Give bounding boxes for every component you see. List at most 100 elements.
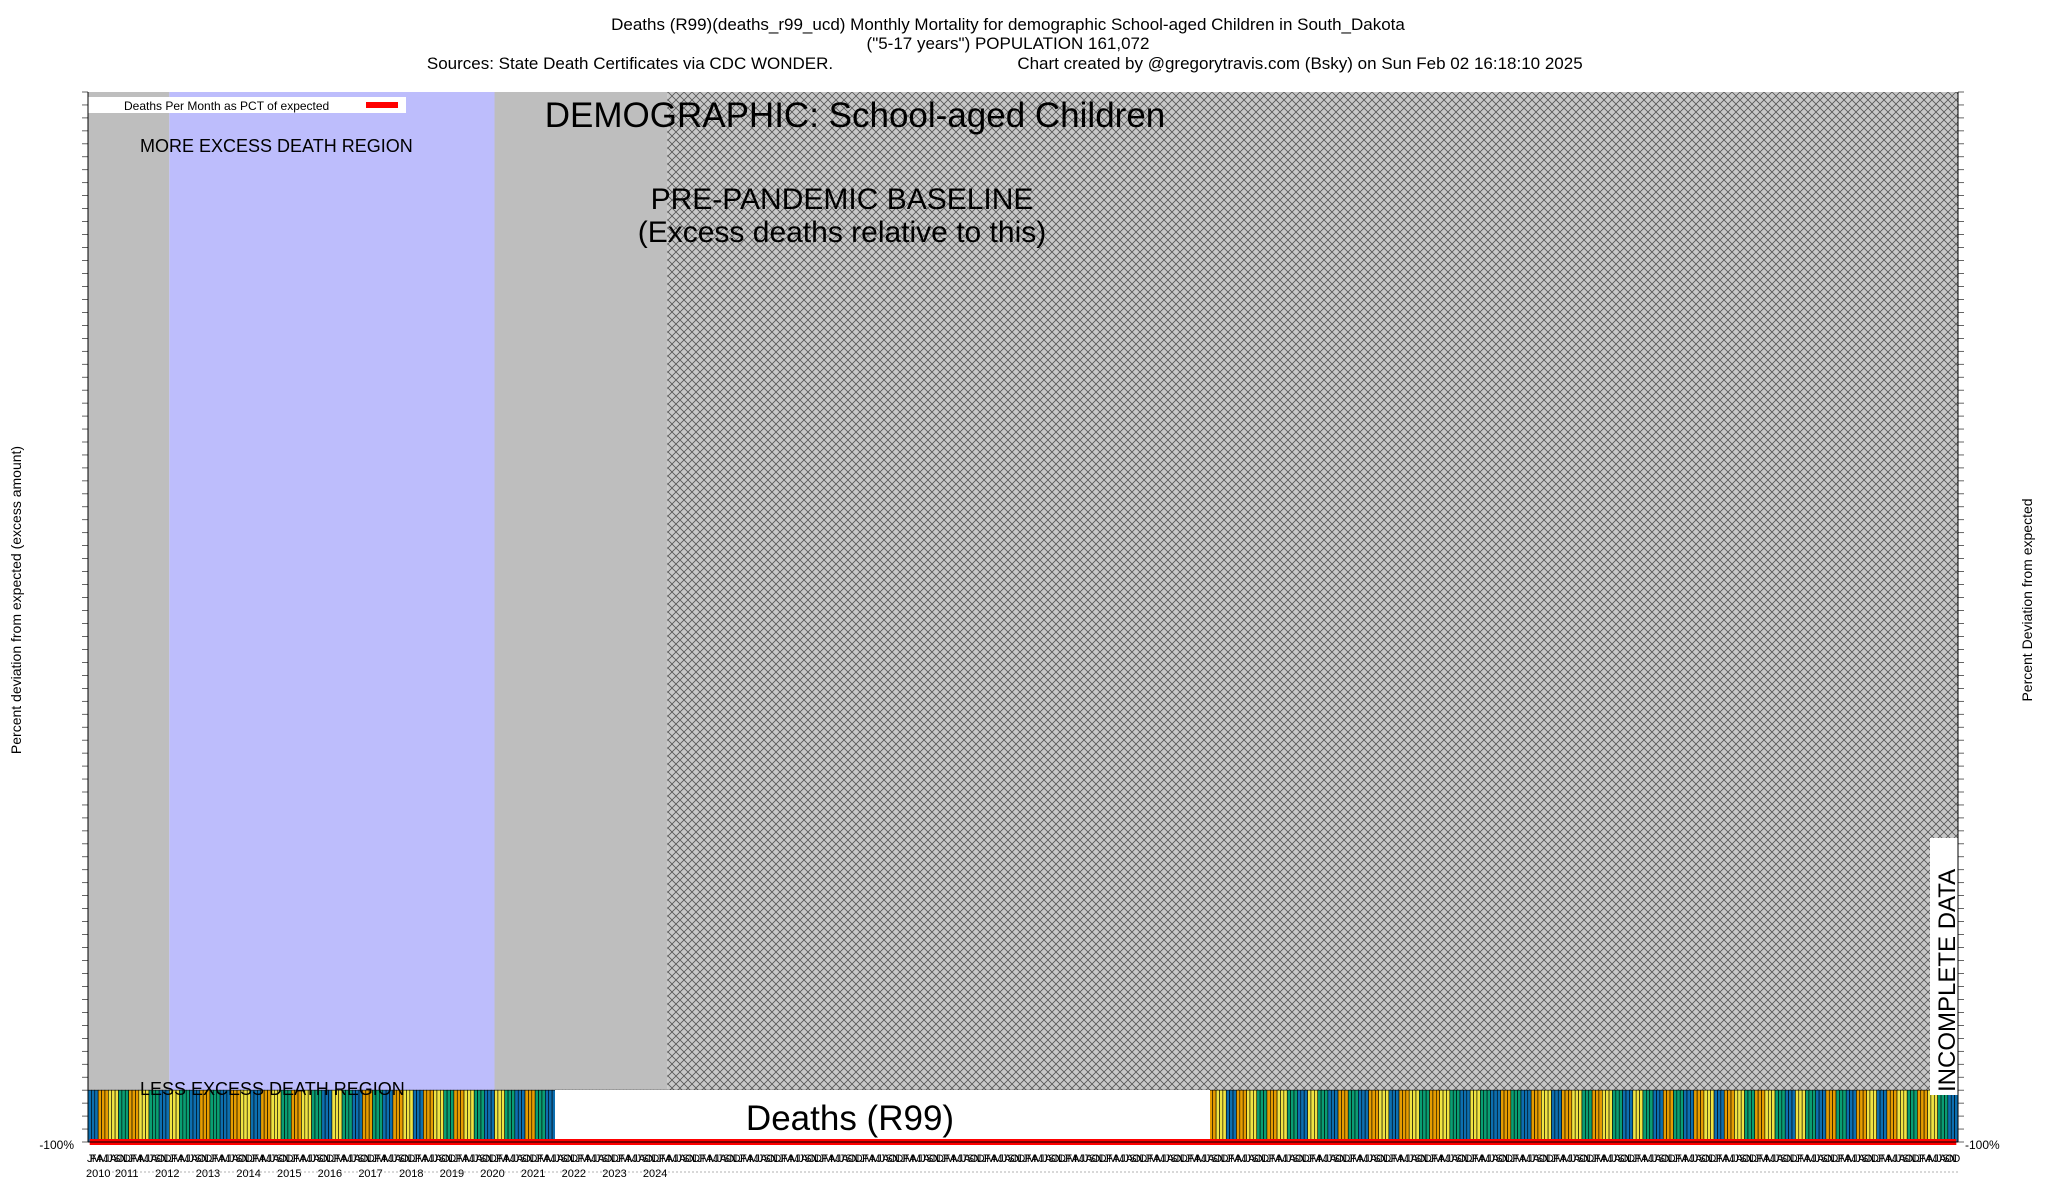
bar — [1554, 1089, 1559, 1143]
x-year-label: 2022 — [562, 1168, 586, 1180]
bar — [1737, 1089, 1742, 1143]
bar — [1391, 1089, 1396, 1143]
bar — [1866, 1089, 1871, 1143]
bar — [1551, 1089, 1556, 1143]
chart-source: Sources: State Death Certificates via CD… — [427, 54, 833, 73]
bar — [1415, 1089, 1420, 1143]
bar — [450, 1089, 455, 1143]
bar — [1375, 1089, 1380, 1143]
series-label: Deaths (R99) — [746, 1099, 954, 1138]
bar — [1693, 1089, 1698, 1143]
x-year-label: 2023 — [602, 1168, 626, 1180]
bar — [1541, 1089, 1546, 1143]
bar — [1642, 1089, 1647, 1143]
bar — [1893, 1089, 1898, 1143]
bar — [1517, 1089, 1522, 1143]
chart-credit: Chart created by @gregorytravis.com (Bsk… — [1017, 54, 1582, 73]
bar — [1730, 1089, 1735, 1143]
bar — [1795, 1089, 1800, 1143]
bar — [494, 1089, 499, 1143]
bar — [1771, 1089, 1776, 1143]
bar — [1713, 1089, 1718, 1143]
y-axis-label-left: Percent deviation from expected (excess … — [8, 446, 24, 754]
bar — [1419, 1089, 1424, 1143]
bar — [114, 1089, 119, 1143]
bar — [1534, 1089, 1539, 1143]
bar — [504, 1089, 509, 1143]
legend-label: Deaths Per Month as PCT of expected — [124, 99, 329, 113]
bar — [1344, 1089, 1349, 1143]
bar — [1727, 1089, 1732, 1143]
bar — [1456, 1089, 1461, 1143]
bar — [1828, 1089, 1833, 1143]
bar — [1717, 1089, 1722, 1143]
bar — [1520, 1089, 1525, 1143]
y-tick-bottom-left: -100% — [39, 1138, 74, 1152]
excess-region-right — [494, 92, 668, 1142]
bar — [1747, 1089, 1752, 1143]
bar — [1856, 1089, 1861, 1143]
bar — [1300, 1089, 1305, 1143]
bar — [1364, 1089, 1369, 1143]
bar — [1930, 1089, 1935, 1143]
x-year-label: 2010 — [86, 1168, 110, 1180]
bar — [1662, 1089, 1667, 1143]
bar — [1676, 1089, 1681, 1143]
bar — [507, 1089, 512, 1143]
bar — [1361, 1089, 1366, 1143]
bar — [1910, 1089, 1915, 1143]
bar — [1744, 1089, 1749, 1143]
bar — [1629, 1089, 1634, 1143]
bar — [548, 1089, 553, 1143]
bar — [1327, 1089, 1332, 1143]
bar — [1791, 1089, 1796, 1143]
bar — [121, 1089, 126, 1143]
bar — [1317, 1089, 1322, 1143]
bar — [1754, 1089, 1759, 1143]
bar — [1432, 1089, 1437, 1143]
plot-regions — [88, 92, 1958, 1142]
bar — [1917, 1089, 1922, 1143]
bar — [1632, 1089, 1637, 1143]
bar — [1720, 1089, 1725, 1143]
x-year-label: 2013 — [196, 1168, 220, 1180]
bar — [1469, 1089, 1474, 1143]
bar — [1585, 1089, 1590, 1143]
bar — [480, 1089, 485, 1143]
bar — [1324, 1089, 1329, 1143]
bar — [551, 1089, 556, 1143]
x-year-label: 2012 — [155, 1168, 179, 1180]
bar — [1618, 1089, 1623, 1143]
bar — [467, 1089, 472, 1143]
bar — [1246, 1089, 1251, 1143]
bar — [1429, 1089, 1434, 1143]
bar — [1347, 1089, 1352, 1143]
bar — [1578, 1089, 1583, 1143]
bar — [1507, 1089, 1512, 1143]
bar — [1473, 1089, 1478, 1143]
bar — [1500, 1089, 1505, 1143]
bar — [1601, 1089, 1606, 1143]
x-year-label: 2015 — [277, 1168, 301, 1180]
bar — [1571, 1089, 1576, 1143]
bar — [1286, 1089, 1291, 1143]
demographic-label: DEMOGRAPHIC: School-aged Children — [545, 96, 1166, 135]
bar — [1784, 1089, 1789, 1143]
bar — [1561, 1089, 1566, 1143]
x-month-label: D — [1952, 1153, 1960, 1165]
bar — [1527, 1089, 1532, 1143]
bar — [1225, 1089, 1230, 1143]
x-year-label: 2020 — [480, 1168, 504, 1180]
bar — [1483, 1089, 1488, 1143]
bar — [1605, 1089, 1610, 1143]
bar — [1886, 1089, 1891, 1143]
bar — [1446, 1089, 1451, 1143]
chart: Deaths (R99)(deaths_r99_ucd) Monthly Mor… — [8, 15, 2035, 1180]
x-year-label: 2017 — [358, 1168, 382, 1180]
baseline-label-2: (Excess deaths relative to this) — [638, 216, 1047, 249]
bar — [443, 1089, 448, 1143]
bar — [1568, 1089, 1573, 1143]
bar — [1774, 1089, 1779, 1143]
bar — [1598, 1089, 1603, 1143]
bar — [1381, 1089, 1386, 1143]
